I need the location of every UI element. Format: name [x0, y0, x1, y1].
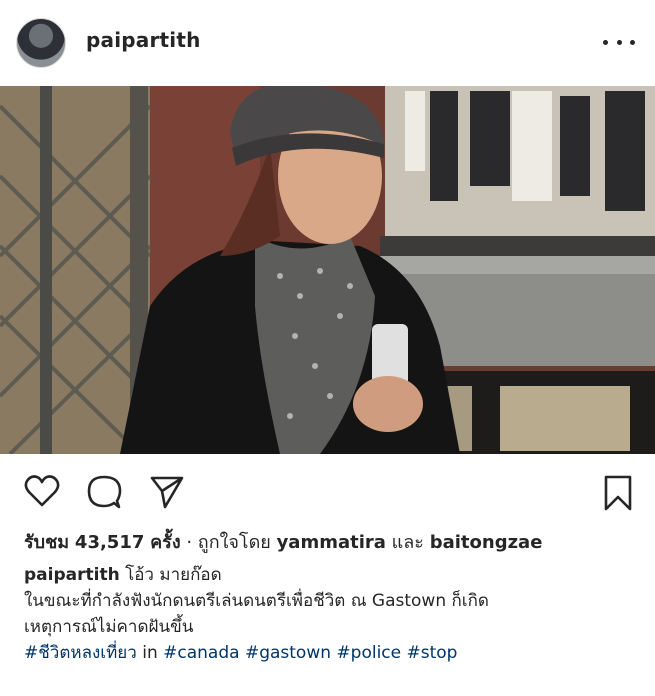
hashtag-link[interactable]: #ชีวิตหลงเที่ยว: [24, 643, 137, 663]
bookmark-icon[interactable]: [603, 474, 633, 512]
views-count: 43,517: [74, 532, 145, 553]
liker-name[interactable]: baitongzae: [430, 532, 543, 553]
caption-text: โอ้ว มายก๊อด: [125, 565, 222, 585]
in-word: in: [142, 643, 158, 663]
hashtags-line: #ชีวิตหลงเที่ยว in #canada #gastown #pol…: [24, 640, 634, 666]
more-horizontal-icon[interactable]: [603, 34, 635, 50]
hashtag-link[interactable]: #canada #gastown #police #stop: [163, 643, 457, 663]
liked-by-prefix: · ถูกใจโดย: [186, 532, 271, 553]
photo-illustration: [0, 86, 655, 454]
post-caption-area: รับชม 43,517 ครั้ง · ถูกใจโดย yammatira …: [24, 530, 634, 666]
post-actions: [0, 462, 655, 522]
caption-line: ในขณะที่กำลังฟังนักดนตรีเล่นดนตรีเพื่อชี…: [24, 591, 489, 611]
views-unit: ครั้ง: [150, 532, 181, 553]
post-header: paipartith: [0, 0, 655, 86]
caption-line: paipartith โอ้ว มายก๊อด: [24, 562, 634, 588]
and-word: และ: [391, 532, 424, 553]
liker-name[interactable]: yammatira: [277, 532, 386, 553]
heart-icon[interactable]: [24, 474, 60, 508]
post-photo[interactable]: [0, 86, 655, 454]
post-username[interactable]: paipartith: [86, 28, 201, 52]
paper-plane-icon[interactable]: [149, 474, 185, 510]
caption-line: เหตุการณ์ไม่คาดฝันขึ้น: [24, 617, 194, 637]
caption-username[interactable]: paipartith: [24, 565, 120, 585]
comment-bubble-icon[interactable]: [86, 474, 122, 510]
likes-line[interactable]: รับชม 43,517 ครั้ง · ถูกใจโดย yammatira …: [24, 530, 634, 556]
avatar[interactable]: [16, 18, 66, 68]
views-label: รับชม: [24, 532, 70, 553]
